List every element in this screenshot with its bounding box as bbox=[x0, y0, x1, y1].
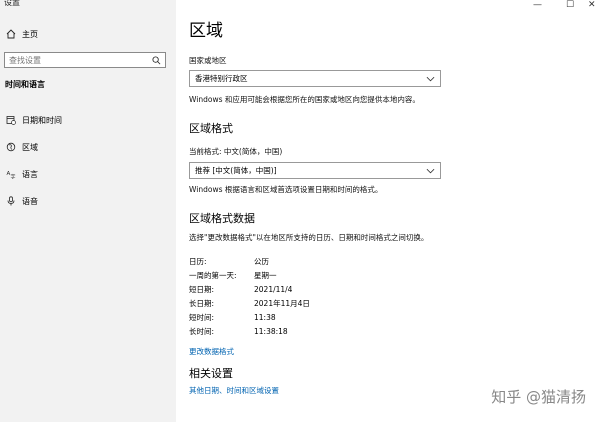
short-date-label: 短日期: bbox=[189, 285, 215, 294]
format-data-heading: 区域格式数据 bbox=[189, 212, 255, 225]
related-settings-heading: 相关设置 bbox=[189, 367, 233, 380]
sidebar-item-language[interactable]: A 字 语言 bbox=[0, 165, 176, 183]
globe-icon bbox=[6, 142, 16, 152]
watermark: 知乎 @猫清扬 bbox=[491, 388, 586, 406]
calendar-clock-icon bbox=[6, 116, 16, 125]
country-selected: 香港特别行政区 bbox=[195, 74, 248, 83]
sidebar-item-date-time[interactable]: 日期和时间 bbox=[0, 111, 176, 129]
sidebar-item-speech[interactable]: 语音 bbox=[0, 192, 176, 210]
current-format-label: 当前格式: 中文(简体，中国) bbox=[189, 147, 283, 156]
format-description: Windows 根据语言和区域首选项设置日期和时间的格式。 bbox=[189, 185, 383, 194]
long-time-label: 长时间: bbox=[189, 327, 215, 336]
calendar-value: 公历 bbox=[254, 257, 269, 266]
format-selected: 推荐 [中文(简体，中国)] bbox=[195, 166, 277, 175]
sidebar: 设置 主页 时间和语言 日期和时间 区域 A 字 语 bbox=[0, 0, 176, 422]
sidebar-item-region[interactable]: 区域 bbox=[0, 138, 176, 156]
first-day-value: 星期一 bbox=[254, 271, 277, 280]
short-time-label: 短时间: bbox=[189, 313, 215, 322]
short-date-value: 2021/11/4 bbox=[254, 285, 293, 294]
first-day-label: 一周的第一天: bbox=[189, 271, 237, 280]
long-date-label: 长日期: bbox=[189, 299, 215, 308]
window-title: 设置 bbox=[4, 0, 20, 7]
country-label: 国家或地区 bbox=[189, 56, 227, 65]
sidebar-item-label: 语音 bbox=[22, 196, 38, 206]
long-date-value: 2021年11月4日 bbox=[254, 299, 310, 308]
additional-date-time-region-link[interactable]: 其他日期、时间和区域设置 bbox=[189, 386, 279, 396]
country-dropdown[interactable]: 香港特别行政区 bbox=[189, 70, 441, 87]
search-box[interactable] bbox=[4, 52, 166, 68]
chevron-down-icon bbox=[426, 76, 435, 82]
format-data-description: 选择"更改数据格式"以在地区所支持的日历、日期和时间格式之间切换。 bbox=[189, 233, 429, 242]
calendar-label: 日历: bbox=[189, 257, 207, 266]
country-description: Windows 和应用可能会根据您所在的国家或地区向您提供本地内容。 bbox=[189, 95, 420, 104]
microphone-icon bbox=[7, 196, 15, 206]
home-icon bbox=[6, 29, 16, 39]
search-input[interactable] bbox=[5, 55, 149, 65]
short-time-value: 11:38 bbox=[254, 313, 276, 322]
svg-text:字: 字 bbox=[11, 174, 16, 180]
sidebar-item-label: 日期和时间 bbox=[22, 115, 62, 125]
sidebar-item-label: 区域 bbox=[22, 142, 38, 152]
long-time-value: 11:38:18 bbox=[254, 327, 288, 336]
sidebar-item-label: 语言 bbox=[22, 169, 38, 179]
main-content: 区域 国家或地区 香港特别行政区 Windows 和应用可能会根据您所在的国家或… bbox=[176, 0, 600, 422]
search-icon[interactable] bbox=[152, 56, 161, 65]
sidebar-item-home[interactable]: 主页 bbox=[0, 25, 176, 43]
sidebar-item-label: 主页 bbox=[22, 29, 38, 39]
language-icon: A 字 bbox=[7, 171, 16, 180]
format-dropdown[interactable]: 推荐 [中文(简体，中国)] bbox=[189, 162, 441, 179]
chevron-down-icon bbox=[426, 168, 435, 174]
sidebar-section-title: 时间和语言 bbox=[5, 80, 45, 89]
change-data-format-link[interactable]: 更改数据格式 bbox=[189, 347, 234, 357]
page-title: 区域 bbox=[189, 21, 223, 41]
format-heading: 区域格式 bbox=[189, 122, 233, 135]
